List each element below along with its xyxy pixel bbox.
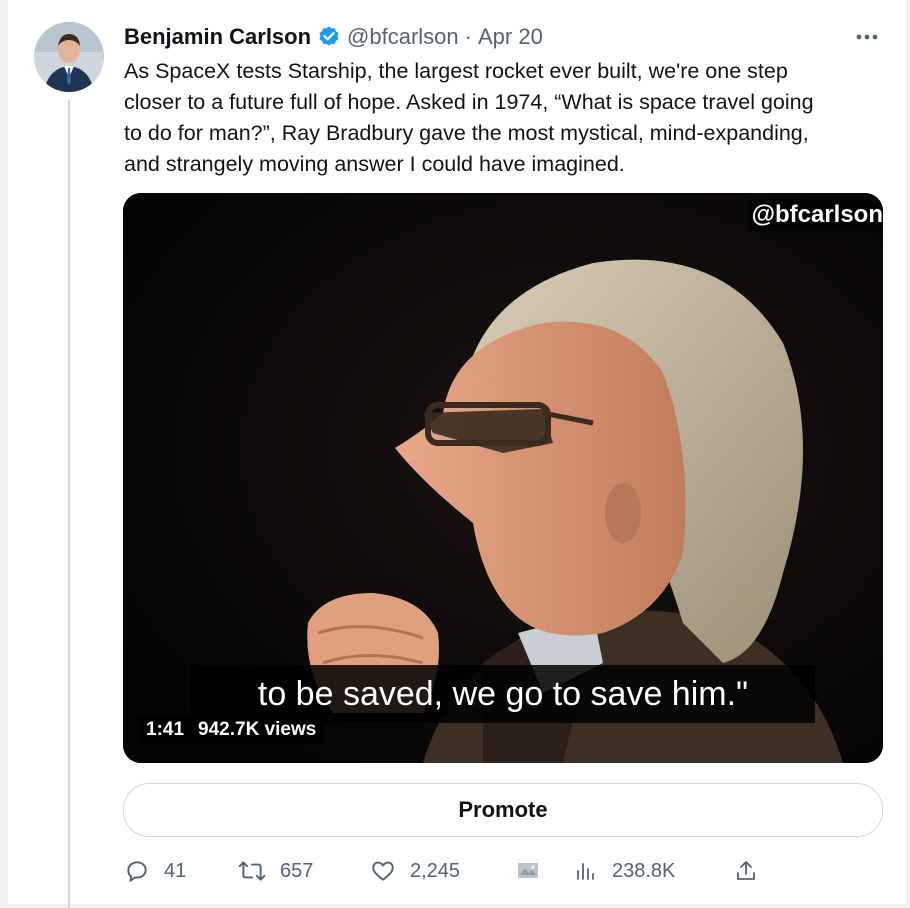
like-button[interactable]: 2,245 <box>370 854 460 888</box>
reply-icon <box>124 858 150 884</box>
retweet-button[interactable]: 657 <box>238 854 313 888</box>
author-name[interactable]: Benjamin Carlson <box>124 24 311 50</box>
thread-line <box>68 100 70 908</box>
frame-bottom <box>0 904 910 908</box>
tweet-header: Benjamin Carlson @bfcarlson · Apr 20 <box>124 22 543 52</box>
frame-right <box>906 0 910 908</box>
author-handle[interactable]: @bfcarlson <box>347 24 459 50</box>
tweet-date[interactable]: Apr 20 <box>478 24 543 50</box>
tweet-text-line: to do for man?”, Ray Bradbury gave the m… <box>124 121 809 145</box>
more-icon[interactable] <box>852 22 882 52</box>
views-icon <box>574 859 598 883</box>
video-player[interactable]: @bfcarlson to be saved, we go to save hi… <box>123 193 883 763</box>
retweet-count: 657 <box>280 859 314 882</box>
retweet-icon <box>238 858 266 884</box>
tweet-text: As SpaceX tests Starship, the largest ro… <box>124 56 884 180</box>
verified-icon <box>317 25 341 49</box>
share-icon <box>734 859 758 883</box>
video-views: 942.7K views <box>198 719 317 740</box>
video-duration: 1:41 <box>146 719 185 740</box>
media-studio-icon <box>516 859 540 883</box>
video-subtitle: to be saved, we go to save him." <box>191 665 815 723</box>
share-button[interactable] <box>734 854 758 888</box>
tweet-text-line: and strangely moving answer I could have… <box>124 152 625 176</box>
separator-dot: · <box>464 24 472 49</box>
like-icon <box>370 858 396 884</box>
tweet-actions-bar: 41 657 2,245 238.8K <box>124 854 884 888</box>
avatar[interactable] <box>34 22 104 92</box>
like-count: 2,245 <box>410 859 461 882</box>
views-analytics-button[interactable]: 238.8K <box>574 854 675 888</box>
promote-button[interactable]: Promote <box>123 783 883 837</box>
frame-left <box>0 0 8 908</box>
tweet-text-line: As SpaceX tests Starship, the largest ro… <box>124 59 788 83</box>
reply-count: 41 <box>164 859 187 882</box>
reply-button[interactable]: 41 <box>124 854 186 888</box>
views-count: 238.8K <box>612 859 676 882</box>
media-studio-button[interactable] <box>516 854 540 888</box>
tweet-text-line: closer to a future full of hope. Asked i… <box>124 90 814 114</box>
video-watermark: @bfcarlson <box>747 199 883 231</box>
video-info-badge: 1:41 942.7K views <box>138 716 325 744</box>
